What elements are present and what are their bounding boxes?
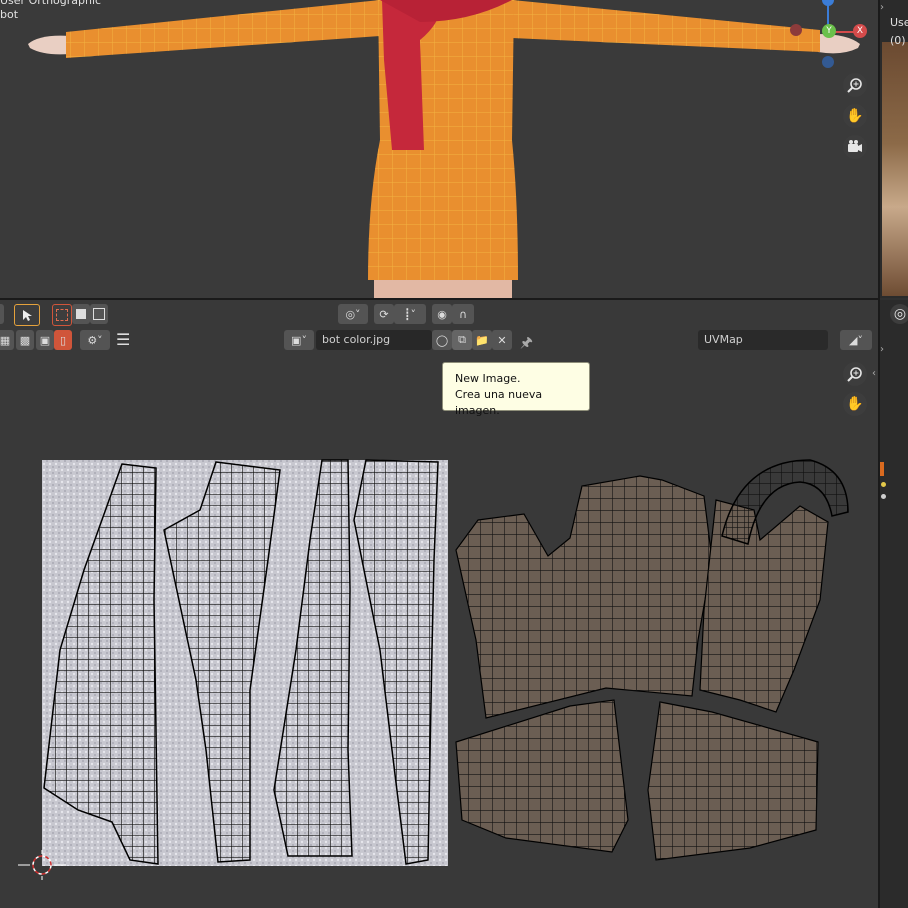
snap-toggle-icon[interactable]: ⟳ (374, 304, 394, 324)
material-preview-image (882, 42, 908, 296)
unlink-close-icon[interactable]: ✕ (492, 330, 512, 350)
uv-select-island-icon[interactable]: ▯ (54, 330, 72, 350)
select-box-subtract-icon[interactable] (90, 304, 108, 324)
uv-sync-edge-icon[interactable]: ▩ (16, 330, 34, 350)
zoom-icon[interactable] (843, 362, 867, 386)
node-socket-grey (881, 494, 886, 499)
select-box-new-icon[interactable] (52, 304, 72, 326)
node-editor-strip: ◎ › (880, 300, 908, 908)
node-socket-orange (880, 462, 884, 476)
panel-collapse-icon[interactable]: › (880, 2, 884, 13)
falloff-curve-icon[interactable]: ∩ (452, 304, 474, 324)
gizmo-x-axis[interactable]: X (853, 24, 867, 38)
tool-header: ◎˅ ⟳ ┋˅ ◉ ∩ (0, 302, 878, 328)
tool-button-partial[interactable] (0, 304, 4, 324)
view-label: User Orthographic bot (0, 0, 101, 22)
new-image-icon[interactable]: ⧉ (452, 330, 472, 350)
select-tool-button[interactable] (14, 304, 40, 326)
overlay-icon[interactable]: ◎ (890, 304, 908, 324)
uv-island-sweater (455, 459, 849, 861)
proportional-edit-icon[interactable]: ◉ (432, 304, 452, 324)
panel-text-user: Use (890, 16, 908, 29)
tooltip-description: Crea una nueva imagen. (455, 388, 543, 417)
pin-icon[interactable]: 🖈 (520, 332, 533, 356)
zoom-icon[interactable] (843, 73, 867, 97)
hand-pan-icon[interactable]: ✋ (843, 392, 867, 416)
sidebar-toggle-icon[interactable]: ‹ (872, 368, 876, 379)
node-socket-yellow (881, 482, 886, 487)
image-header: ▦ ▩ ▣ ▯ ⚙˅ ☰ ▣˅ bot color.jpg ◯ ⧉ 📁 ✕ 🖈 … (0, 328, 878, 354)
snap-mode-dropdown[interactable]: ┋˅ (394, 304, 426, 324)
select-box-extend-icon[interactable] (72, 304, 90, 324)
hamburger-menu-icon[interactable]: ☰ (116, 332, 130, 348)
tooltip: New Image. Crea una nueva imagen. (442, 362, 590, 417)
object-name-text: bot (0, 8, 19, 21)
open-folder-icon[interactable]: 📁 (472, 330, 492, 350)
uv-sync-vertex-icon[interactable]: ▦ (0, 330, 14, 350)
uv-editor[interactable]: ◎˅ ⟳ ┋˅ ◉ ∩ ▦ ▩ ▣ ▯ ⚙˅ ☰ ▣˅ bot color.jp… (0, 300, 878, 908)
image-name-field[interactable]: bot color.jpg (316, 330, 432, 350)
uv-map-field[interactable]: UVMap (698, 330, 828, 350)
uv-select-face-icon[interactable]: ▣ (36, 330, 54, 350)
image-browse-dropdown[interactable]: ▣˅ (284, 330, 314, 350)
view-mode-text: User Orthographic (0, 0, 102, 7)
uv-canvas[interactable] (0, 450, 878, 900)
hand-pan-icon[interactable]: ✋ (843, 104, 867, 128)
tooltip-title: New Image. (455, 372, 521, 385)
pivot-point-dropdown[interactable]: ◎˅ (338, 304, 368, 324)
fake-user-shield-icon[interactable]: ◯ (432, 330, 452, 350)
sidebar-expand-icon[interactable]: › (880, 344, 884, 355)
character-model[interactable] (0, 0, 878, 298)
camera-icon[interactable] (843, 135, 867, 159)
gizmo-y-axis[interactable]: Y (822, 24, 836, 38)
properties-preview-panel: Use (0) › (880, 0, 908, 298)
3d-viewport[interactable]: Y X User Orthographic bot ✋ (0, 0, 878, 298)
display-channels-dropdown[interactable]: ◢˅ (840, 330, 872, 350)
panel-text-count: (0) (890, 34, 906, 47)
sticky-select-dropdown[interactable]: ⚙˅ (80, 330, 110, 350)
